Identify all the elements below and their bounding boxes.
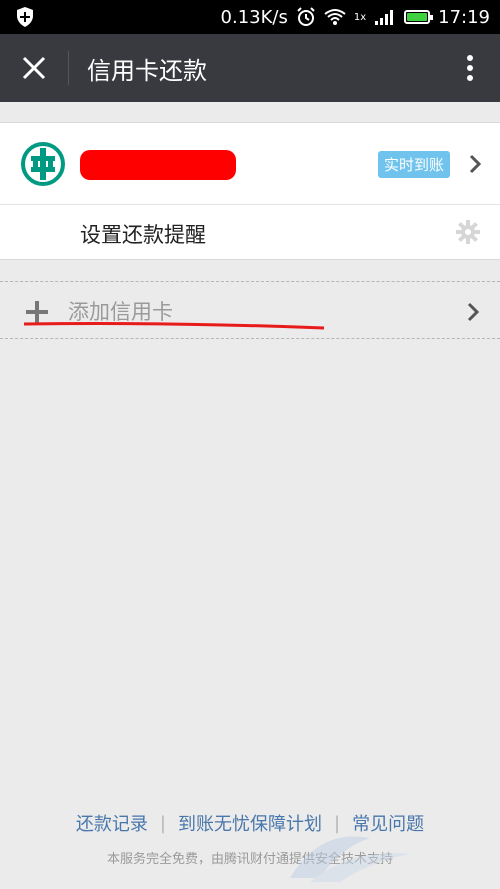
faq-link[interactable]: 常见问题 xyxy=(352,810,424,836)
page-title: 信用卡还款 xyxy=(87,56,207,85)
shield-icon xyxy=(17,7,33,27)
repayment-history-link[interactable]: 还款记录 xyxy=(76,810,148,836)
add-credit-card-row[interactable]: 添加信用卡 xyxy=(0,281,500,339)
signal-type-label: 1x xyxy=(353,11,367,23)
close-button[interactable] xyxy=(0,34,68,102)
credit-card-item[interactable]: 实时到账 xyxy=(0,123,500,205)
reminder-label: 设置还款提醒 xyxy=(80,223,206,247)
bank-logo-icon xyxy=(21,142,65,186)
network-speed: 0.13K/s xyxy=(220,6,288,28)
close-icon xyxy=(22,56,46,80)
battery-icon xyxy=(404,10,434,24)
footer-separator: | xyxy=(334,812,341,834)
chevron-right-icon xyxy=(467,302,480,322)
footer-links: 还款记录 | 到账无忧保障计划 | 常见问题 xyxy=(0,808,500,838)
guarantee-plan-link[interactable]: 到账无忧保障计划 xyxy=(178,810,322,836)
chevron-right-icon xyxy=(469,154,482,174)
footer-separator: | xyxy=(159,812,166,834)
gear-icon[interactable] xyxy=(456,220,480,244)
clock: 17:19 xyxy=(438,6,490,28)
red-underline-annotation xyxy=(23,322,325,330)
card-name-redacted xyxy=(80,150,236,180)
wifi-icon xyxy=(324,9,346,25)
realtime-badge: 实时到账 xyxy=(377,151,450,178)
appbar-divider xyxy=(68,51,69,85)
alarm-icon xyxy=(297,7,315,26)
status-bar: 0.13K/s 1x 17:19 xyxy=(0,0,500,34)
more-button[interactable] xyxy=(440,34,500,102)
app-bar: 信用卡还款 xyxy=(0,34,500,102)
repayment-reminder-row[interactable]: 设置还款提醒 xyxy=(0,205,500,260)
more-vert-icon xyxy=(467,55,473,81)
credit-card-list: 实时到账 设置还款提醒 xyxy=(0,122,500,260)
footer-note: 本服务完全免费，由腾讯财付通提供安全技术支持 xyxy=(106,852,393,867)
signal-icon xyxy=(375,10,394,25)
